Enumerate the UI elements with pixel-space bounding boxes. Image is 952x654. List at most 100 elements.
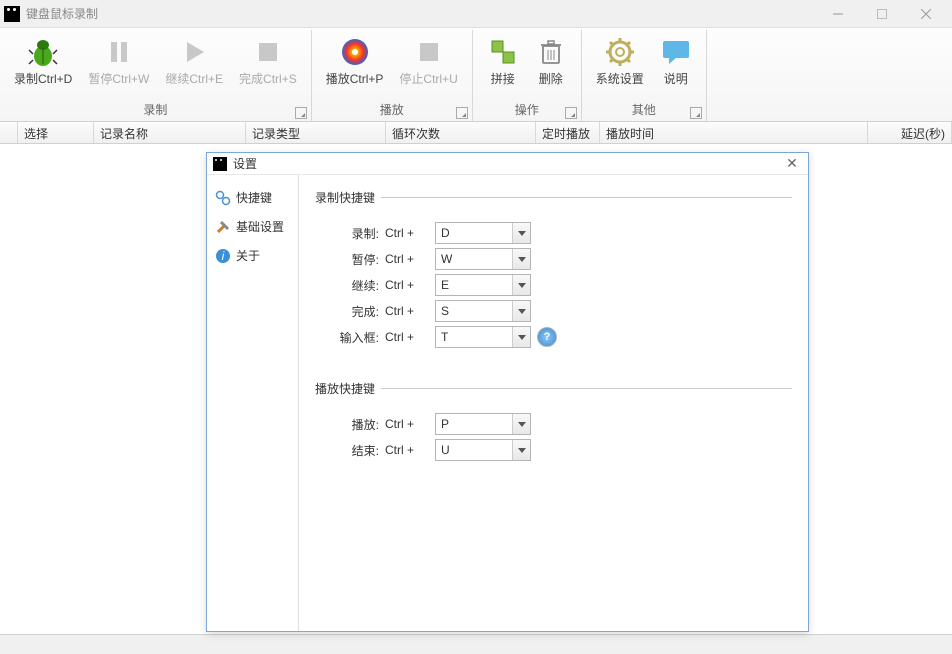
col-loop[interactable]: 循环次数 <box>386 122 536 143</box>
pause-icon <box>103 36 135 68</box>
group-launcher[interactable] <box>565 107 577 119</box>
ribbon-group-other: 系统设置 说明 其他 <box>582 30 707 121</box>
col-playtime[interactable]: 播放时间 <box>600 122 868 143</box>
stop-icon <box>252 36 284 68</box>
window-title: 键盘鼠标录制 <box>26 5 816 22</box>
dialog-title: 设置 <box>233 155 782 172</box>
col-select[interactable]: 选择 <box>18 122 94 143</box>
finish-key-value: S <box>436 304 512 318</box>
blocks-icon <box>487 36 519 68</box>
chevron-down-icon <box>512 327 530 347</box>
play-key-value: P <box>436 417 512 431</box>
table-header: 选择 记录名称 记录类型 循环次数 定时播放 播放时间 延迟(秒) <box>0 122 952 144</box>
row-pause-label: 暂停: <box>315 251 379 268</box>
ctrl-prefix: Ctrl + <box>385 417 429 431</box>
play-hotkeys-group: 播放快捷键 播放: Ctrl + P 结束: Ctrl + U <box>315 380 792 465</box>
nav-basic[interactable]: 基础设置 <box>207 212 298 241</box>
ctrl-prefix: Ctrl + <box>385 330 429 344</box>
delete-button[interactable]: 删除 <box>527 32 575 103</box>
group-launcher[interactable] <box>295 107 307 119</box>
play-button[interactable]: 播放Ctrl+P <box>318 32 392 103</box>
chevron-down-icon <box>512 223 530 243</box>
nav-about[interactable]: i 关于 <box>207 241 298 270</box>
ctrl-prefix: Ctrl + <box>385 252 429 266</box>
chevron-down-icon <box>512 275 530 295</box>
play-label: 播放Ctrl+P <box>326 72 384 86</box>
nav-basic-label: 基础设置 <box>236 218 284 235</box>
input-key-combo[interactable]: T <box>435 326 531 348</box>
bug-icon <box>27 36 59 68</box>
input-help-button[interactable]: ? <box>537 327 557 347</box>
col-delay[interactable]: 延迟(秒) <box>868 122 952 143</box>
finish-label: 完成Ctrl+S <box>239 72 297 86</box>
close-button[interactable] <box>904 0 948 28</box>
minimize-button[interactable] <box>816 0 860 28</box>
hotkey-icon <box>215 190 231 206</box>
trash-icon <box>535 36 567 68</box>
ribbon-group-record: 录制Ctrl+D 暂停Ctrl+W 继续Ctrl+E 完成Ctrl+S 录制 <box>0 30 312 121</box>
group-launcher[interactable] <box>690 107 702 119</box>
row-input-label: 输入框: <box>315 329 379 346</box>
group-label-other: 其他 <box>588 103 700 121</box>
pause-key-value: W <box>436 252 512 266</box>
help-button[interactable]: 说明 <box>652 32 700 103</box>
finish-key-combo[interactable]: S <box>435 300 531 322</box>
settings-button[interactable]: 系统设置 <box>588 32 652 103</box>
nav-hotkeys[interactable]: 快捷键 <box>207 183 298 212</box>
statusbar <box>0 634 952 654</box>
pause-button[interactable]: 暂停Ctrl+W <box>80 32 157 103</box>
stop-button[interactable]: 停止Ctrl+U <box>391 32 465 103</box>
help-label: 说明 <box>664 72 688 86</box>
pause-key-combo[interactable]: W <box>435 248 531 270</box>
record-hotkeys-legend: 录制快捷键 <box>315 189 381 206</box>
end-key-combo[interactable]: U <box>435 439 531 461</box>
ribbon-group-play: 播放Ctrl+P 停止Ctrl+U 播放 <box>312 30 473 121</box>
record-key-value: D <box>436 226 512 240</box>
play-hotkeys-legend: 播放快捷键 <box>315 380 381 397</box>
record-button[interactable]: 录制Ctrl+D <box>6 32 80 103</box>
play-key-combo[interactable]: P <box>435 413 531 435</box>
svg-text:i: i <box>222 249 225 263</box>
group-launcher[interactable] <box>456 107 468 119</box>
dialog-content: 录制快捷键 录制: Ctrl + D 暂停: Ctrl + W 继续: Ctrl… <box>299 175 808 631</box>
nav-about-label: 关于 <box>236 247 260 264</box>
splice-button[interactable]: 拼接 <box>479 32 527 103</box>
ctrl-prefix: Ctrl + <box>385 304 429 318</box>
app-icon <box>4 6 20 22</box>
record-key-combo[interactable]: D <box>435 222 531 244</box>
row-end-label: 结束: <box>315 442 379 459</box>
dialog-close-button[interactable]: ✕ <box>782 155 802 172</box>
row-record-label: 录制: <box>315 225 379 242</box>
ctrl-prefix: Ctrl + <box>385 226 429 240</box>
finish-button[interactable]: 完成Ctrl+S <box>231 32 305 103</box>
row-resume-label: 继续: <box>315 277 379 294</box>
resume-key-value: E <box>436 278 512 292</box>
nav-hotkeys-label: 快捷键 <box>236 189 272 206</box>
ribbon-toolbar: 录制Ctrl+D 暂停Ctrl+W 继续Ctrl+E 完成Ctrl+S 录制 播… <box>0 28 952 122</box>
chevron-down-icon <box>512 301 530 321</box>
pause-label: 暂停Ctrl+W <box>88 72 149 86</box>
col-name[interactable]: 记录名称 <box>94 122 246 143</box>
titlebar: 键盘鼠标录制 <box>0 0 952 28</box>
play-icon <box>178 36 210 68</box>
resume-key-combo[interactable]: E <box>435 274 531 296</box>
maximize-button[interactable] <box>860 0 904 28</box>
resume-button[interactable]: 继续Ctrl+E <box>157 32 231 103</box>
record-label: 录制Ctrl+D <box>14 72 72 86</box>
settings-dialog: 设置 ✕ 快捷键 基础设置 i 关于 录制快捷键 录制: Ctrl + <box>206 152 809 632</box>
col-sched[interactable]: 定时播放 <box>536 122 600 143</box>
delete-label: 删除 <box>539 72 563 86</box>
dialog-titlebar[interactable]: 设置 ✕ <box>207 153 808 175</box>
tools-icon <box>215 219 231 235</box>
row-play-label: 播放: <box>315 416 379 433</box>
record-hotkeys-group: 录制快捷键 录制: Ctrl + D 暂停: Ctrl + W 继续: Ctrl… <box>315 189 792 352</box>
stop-label: 停止Ctrl+U <box>399 72 457 86</box>
gear-icon <box>604 36 636 68</box>
col-type[interactable]: 记录类型 <box>246 122 386 143</box>
splice-label: 拼接 <box>491 72 515 86</box>
col-handle[interactable] <box>0 122 18 143</box>
dialog-nav: 快捷键 基础设置 i 关于 <box>207 175 299 631</box>
stop2-icon <box>413 36 445 68</box>
ribbon-group-action: 拼接 删除 操作 <box>473 30 582 121</box>
end-key-value: U <box>436 443 512 457</box>
